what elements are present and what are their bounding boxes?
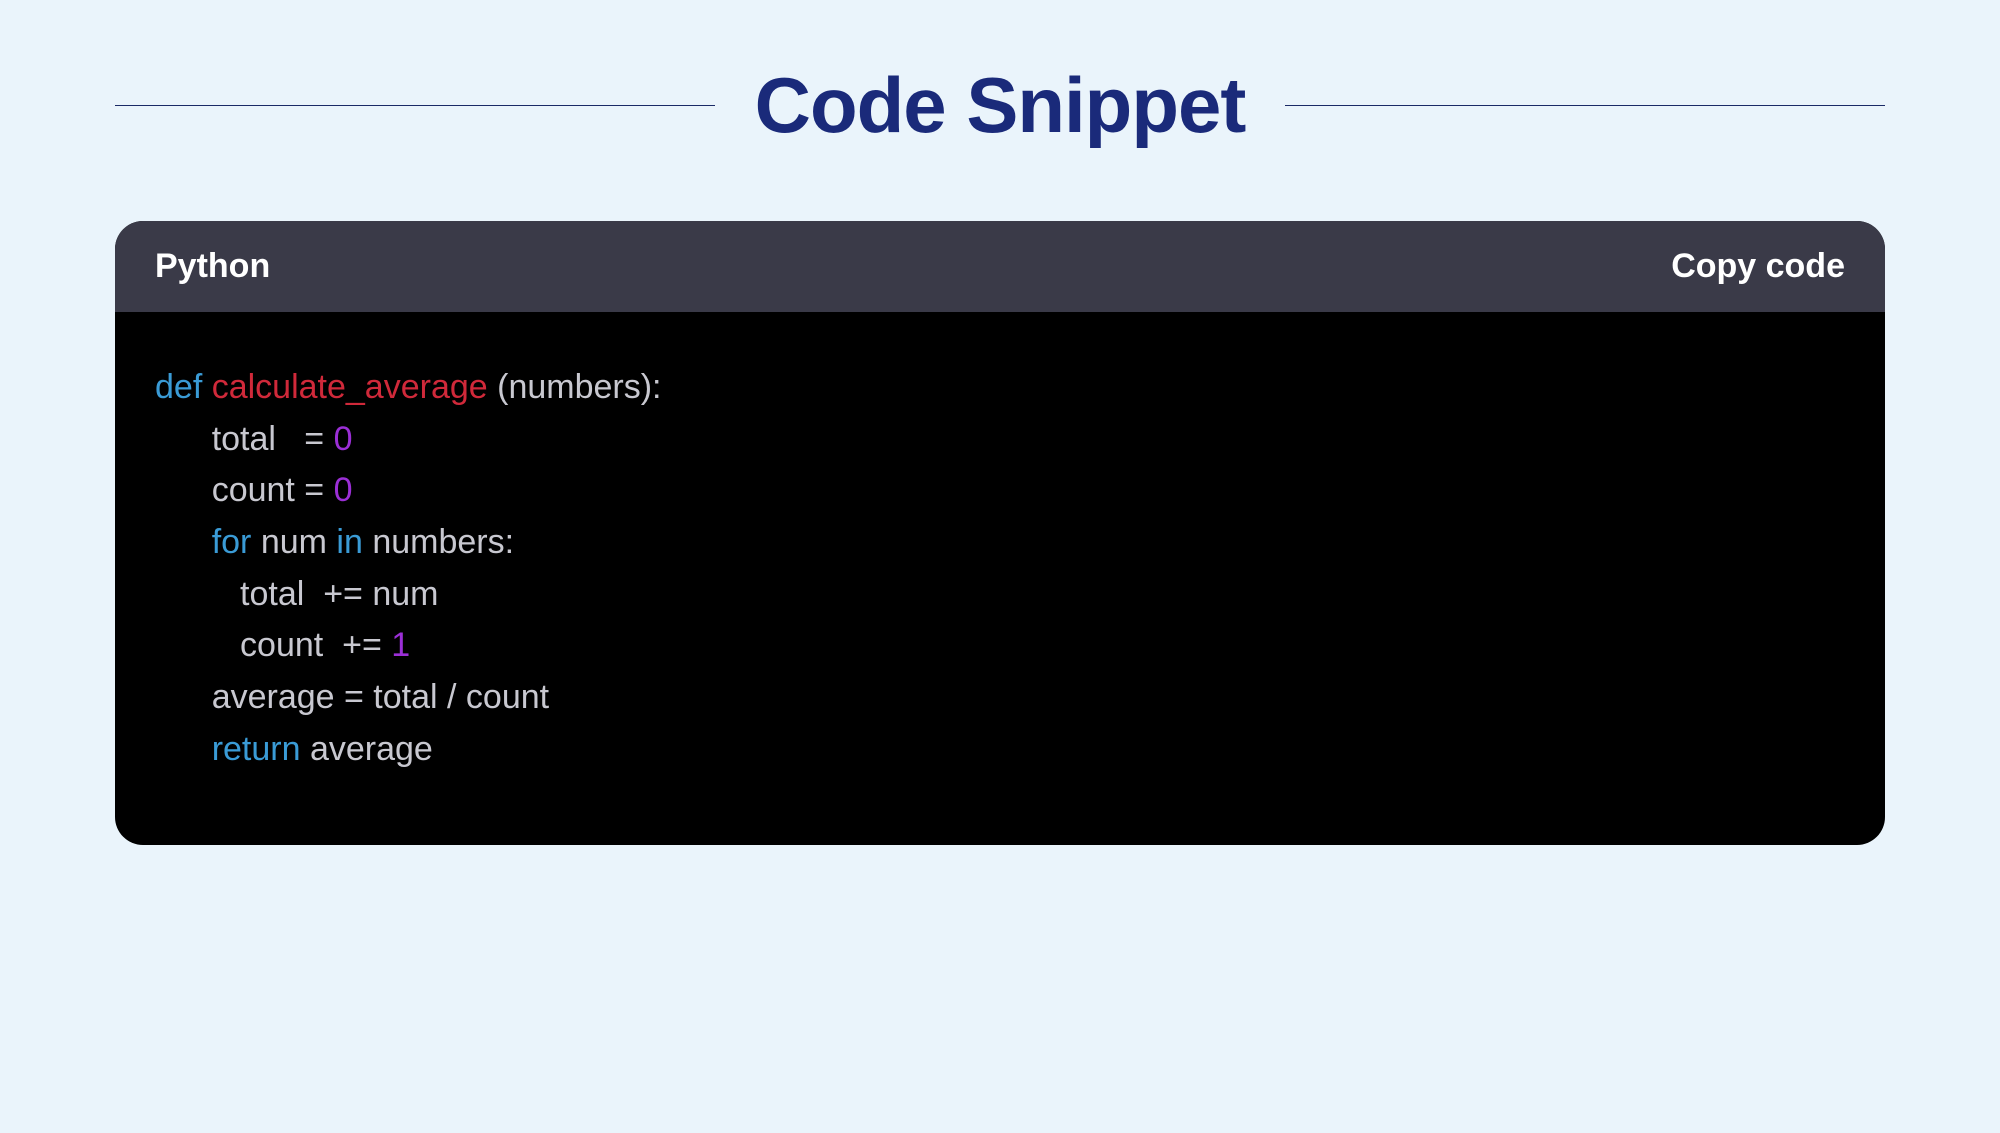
token-indent (155, 523, 212, 561)
code-header: Python Copy code (115, 221, 1885, 312)
token-indent (155, 575, 240, 613)
token-text: total += num (240, 575, 438, 613)
token-keyword: def (155, 368, 202, 406)
token-keyword: for (212, 523, 252, 561)
language-label: Python (155, 247, 270, 286)
header: Code Snippet (115, 60, 1885, 151)
token-number: 1 (391, 626, 410, 664)
token-number: 0 (334, 420, 353, 458)
token-keyword: in (336, 523, 362, 561)
page-title: Code Snippet (755, 60, 1246, 151)
token-indent (155, 678, 212, 716)
code-line: total = 0 (155, 414, 1845, 466)
code-body: def calculate_average (numbers): total =… (115, 312, 1885, 845)
token-text: total = (212, 420, 334, 458)
token-function-name: calculate_average (202, 368, 487, 406)
code-line: count = 0 (155, 465, 1845, 517)
token-text: (numbers): (488, 368, 662, 406)
token-text: count += (240, 626, 391, 664)
code-line: total += num (155, 569, 1845, 621)
title-rule-right (1285, 105, 1885, 106)
code-snippet-card: Python Copy code def calculate_average (… (115, 221, 1885, 845)
token-indent (155, 471, 212, 509)
copy-code-button[interactable]: Copy code (1671, 247, 1845, 286)
token-text: num (251, 523, 336, 561)
token-text: count = (212, 471, 334, 509)
token-keyword: return (212, 730, 301, 768)
token-indent (155, 730, 212, 768)
token-indent (155, 626, 240, 664)
token-indent (155, 420, 212, 458)
code-line: count += 1 (155, 620, 1845, 672)
code-line: def calculate_average (numbers): (155, 362, 1845, 414)
code-line: return average (155, 724, 1845, 776)
token-text: average (301, 730, 433, 768)
code-line: average = total / count (155, 672, 1845, 724)
title-rule-left (115, 105, 715, 106)
code-line: for num in numbers: (155, 517, 1845, 569)
token-text: numbers: (363, 523, 514, 561)
token-number: 0 (334, 471, 353, 509)
token-text: average = total / count (212, 678, 549, 716)
